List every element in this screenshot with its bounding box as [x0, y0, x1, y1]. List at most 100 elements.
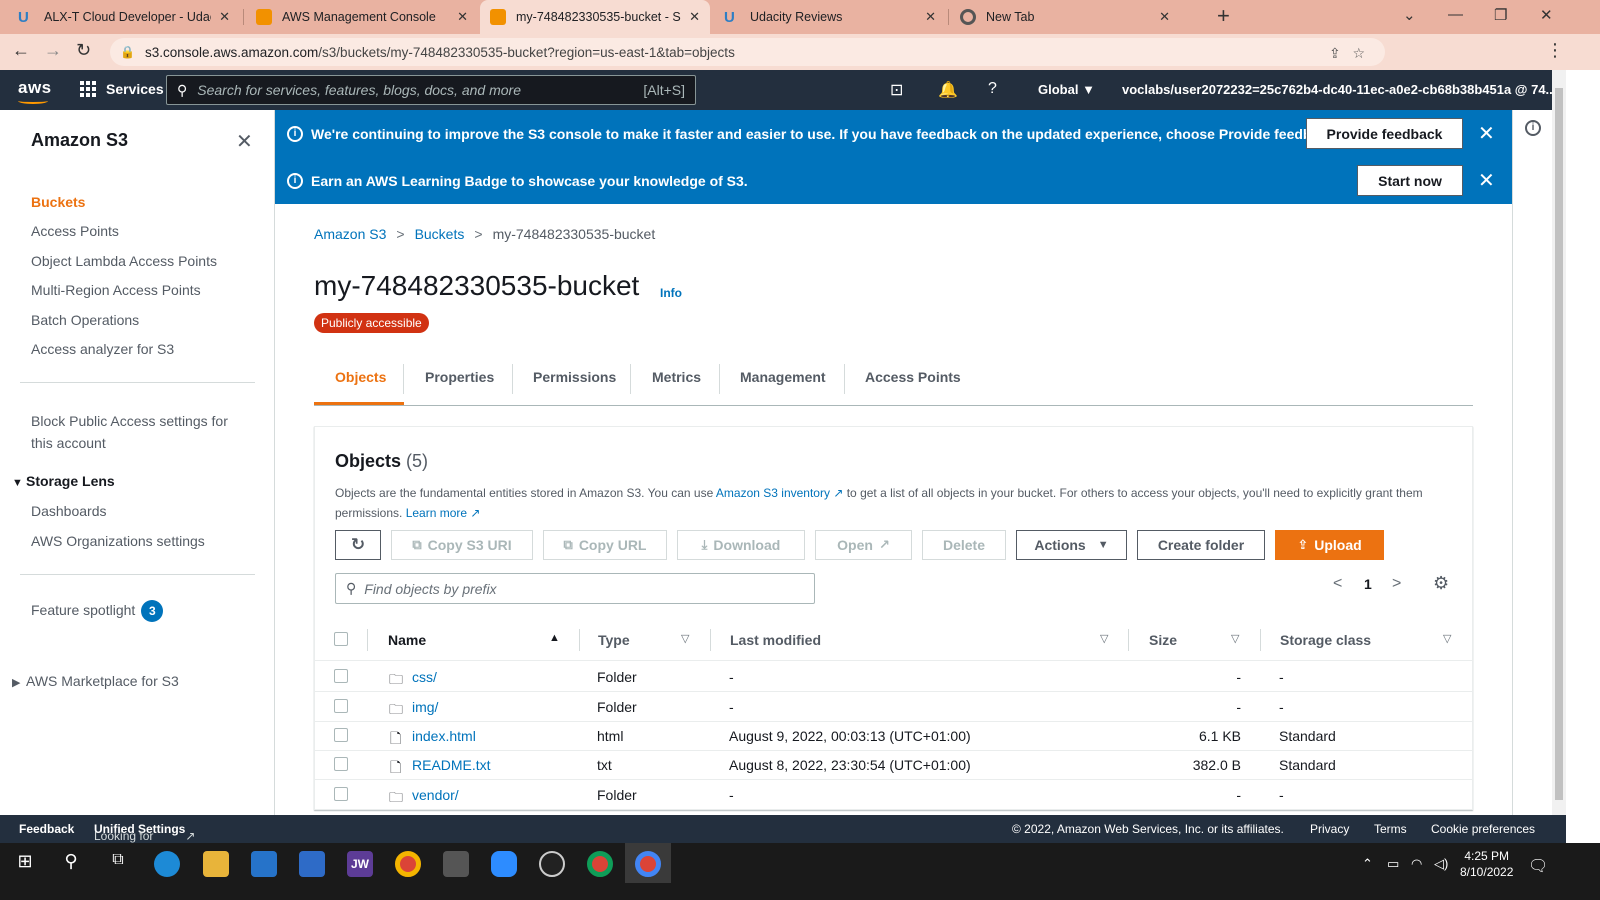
- object-name-link[interactable]: vendor/: [412, 787, 459, 803]
- sort-icon[interactable]: ▽: [1100, 632, 1108, 645]
- search-icon[interactable]: ⚲: [58, 851, 84, 877]
- column-name[interactable]: Name: [388, 632, 426, 648]
- account-menu[interactable]: voclabs/user2072232=25c762b4-dc40-11ec-a…: [1122, 82, 1573, 97]
- delete-button[interactable]: Delete: [922, 530, 1006, 560]
- table-row[interactable]: 🗋 README.txt txt August 8, 2022, 23:30:5…: [315, 750, 1472, 780]
- table-row[interactable]: 🗋 index.html html August 9, 2022, 00:03:…: [315, 721, 1472, 751]
- page-scrollbar[interactable]: [1552, 70, 1566, 815]
- address-bar[interactable]: 🔒 s3.console.aws.amazon.com/s3/buckets/m…: [110, 38, 1385, 66]
- find-objects-input[interactable]: ⚲ Find objects by prefix: [335, 573, 815, 604]
- edge-icon[interactable]: [154, 851, 180, 877]
- sidebar-item-org-settings[interactable]: AWS Organizations settings: [31, 533, 205, 549]
- sidebar-section-marketplace[interactable]: ▶ AWS Marketplace for S3: [12, 673, 179, 689]
- column-size[interactable]: Size: [1149, 632, 1177, 648]
- copy-url-button[interactable]: ⧉ Copy URL: [543, 530, 667, 560]
- notification-center-icon[interactable]: 🗨: [1528, 856, 1548, 876]
- table-row[interactable]: 🗀 img/ Folder - - -: [315, 692, 1472, 722]
- row-checkbox[interactable]: [334, 787, 348, 801]
- page-number[interactable]: 1: [1364, 576, 1372, 592]
- system-clock[interactable]: 4:25 PM 8/10/2022: [1460, 848, 1513, 880]
- sidebar-item-object-lambda[interactable]: Object Lambda Access Points: [31, 253, 217, 269]
- wordpress-icon[interactable]: [539, 851, 565, 877]
- open-button[interactable]: Open ↗: [815, 530, 912, 560]
- object-name-link[interactable]: css/: [412, 669, 437, 685]
- tray-chevron-icon[interactable]: ⌃: [1362, 856, 1373, 872]
- tab-properties[interactable]: Properties: [425, 369, 494, 385]
- scrollbar-thumb[interactable]: [1555, 88, 1563, 800]
- close-icon[interactable]: ✕: [1159, 9, 1170, 25]
- breadcrumb-buckets[interactable]: Buckets: [415, 226, 465, 242]
- mail-icon[interactable]: [299, 851, 325, 877]
- windows-start-icon[interactable]: ⊞: [12, 851, 38, 877]
- close-icon[interactable]: ✕: [1478, 121, 1495, 146]
- close-icon[interactable]: ✕: [457, 9, 468, 25]
- sort-icon[interactable]: ▽: [1231, 632, 1239, 645]
- file-explorer-icon[interactable]: [203, 851, 229, 877]
- chrome-active-icon[interactable]: [635, 851, 661, 877]
- sidebar-item-block-public-access[interactable]: Block Public Access settings for this ac…: [31, 410, 228, 454]
- privacy-link[interactable]: Privacy: [1310, 822, 1349, 836]
- object-name-link[interactable]: img/: [412, 699, 438, 715]
- cloudshell-icon[interactable]: ⊡: [890, 80, 903, 100]
- zoom-icon[interactable]: [491, 851, 517, 877]
- new-tab-button[interactable]: +: [1217, 3, 1230, 29]
- row-checkbox[interactable]: [334, 757, 348, 771]
- close-sidenav-icon[interactable]: ✕: [236, 129, 253, 154]
- learn-more-link[interactable]: Learn more: [406, 506, 467, 520]
- actions-dropdown-button[interactable]: Actions ▼: [1016, 530, 1127, 560]
- breadcrumb-amazon-s3[interactable]: Amazon S3: [314, 226, 386, 242]
- aws-search-input[interactable]: ⚲ Search for services, features, blogs, …: [166, 75, 696, 105]
- download-button[interactable]: ⤓ Download: [677, 530, 805, 560]
- start-now-button[interactable]: Start now: [1357, 165, 1463, 196]
- notifications-bell-icon[interactable]: 🔔: [938, 80, 958, 100]
- tab-search-icon[interactable]: ⌄: [1403, 6, 1416, 24]
- close-icon[interactable]: ✕: [925, 9, 936, 25]
- browser-tab-aws-console[interactable]: AWS Management Console ✕: [246, 0, 478, 34]
- forward-button[interactable]: →: [44, 40, 62, 61]
- tab-management[interactable]: Management: [740, 369, 826, 385]
- chrome-profile-icon[interactable]: [587, 851, 613, 877]
- row-checkbox[interactable]: [334, 728, 348, 742]
- browser-tab-s3-bucket[interactable]: my-748482330535-bucket - S3 b ✕: [480, 0, 710, 34]
- object-name-link[interactable]: index.html: [412, 728, 476, 744]
- column-last-modified[interactable]: Last modified: [730, 632, 821, 648]
- tab-objects[interactable]: Objects: [335, 369, 386, 385]
- terms-link[interactable]: Terms: [1374, 822, 1407, 836]
- tab-permissions[interactable]: Permissions: [533, 369, 616, 385]
- calculator-icon[interactable]: [443, 851, 469, 877]
- bookmark-star-icon[interactable]: ⇪ ☆: [1329, 45, 1365, 62]
- services-menu-button[interactable]: Services: [80, 81, 164, 97]
- sidebar-item-access-analyzer[interactable]: Access analyzer for S3: [31, 341, 174, 357]
- create-folder-button[interactable]: Create folder: [1137, 530, 1265, 560]
- gear-icon[interactable]: ⚙: [1433, 573, 1449, 594]
- sort-icon[interactable]: ▽: [681, 632, 689, 645]
- back-button[interactable]: ←: [12, 40, 30, 61]
- lock-icon[interactable]: 🔒: [120, 45, 135, 59]
- info-link[interactable]: Info: [660, 286, 682, 300]
- close-icon[interactable]: ✕: [1478, 168, 1495, 193]
- sidebar-item-buckets[interactable]: Buckets: [31, 194, 85, 210]
- chrome-icon[interactable]: [395, 851, 421, 877]
- s3-inventory-link[interactable]: Amazon S3 inventory: [716, 486, 830, 500]
- info-icon[interactable]: i: [1525, 120, 1541, 136]
- sort-ascending-icon[interactable]: ▲: [549, 632, 560, 644]
- row-checkbox[interactable]: [334, 699, 348, 713]
- select-all-checkbox[interactable]: [334, 632, 348, 646]
- object-name-link[interactable]: README.txt: [412, 757, 491, 773]
- tab-access-points[interactable]: Access Points: [865, 369, 961, 385]
- jw-app-icon[interactable]: JW: [347, 851, 373, 877]
- region-selector[interactable]: Global ▼: [1038, 82, 1095, 97]
- column-storage-class[interactable]: Storage class: [1280, 632, 1371, 648]
- sidebar-section-storage-lens[interactable]: ▼ Storage Lens: [12, 473, 115, 489]
- tab-metrics[interactable]: Metrics: [652, 369, 701, 385]
- previous-page-icon[interactable]: <: [1333, 575, 1342, 593]
- browser-tab-udacity[interactable]: U ALX-T Cloud Developer - Udacity ✕: [8, 0, 240, 34]
- table-row[interactable]: 🗀 vendor/ Folder - - -: [315, 780, 1472, 810]
- upload-button[interactable]: ⇪ Upload: [1275, 530, 1384, 560]
- sidebar-item-multi-region[interactable]: Multi-Region Access Points: [31, 282, 201, 298]
- battery-icon[interactable]: ▭: [1387, 856, 1399, 872]
- restore-button[interactable]: ❐: [1494, 6, 1507, 24]
- copy-s3-uri-button[interactable]: ⧉ Copy S3 URI: [391, 530, 533, 560]
- sidebar-item-feature-spotlight[interactable]: Feature spotlight 3: [31, 600, 164, 622]
- provide-feedback-button[interactable]: Provide feedback: [1306, 118, 1463, 149]
